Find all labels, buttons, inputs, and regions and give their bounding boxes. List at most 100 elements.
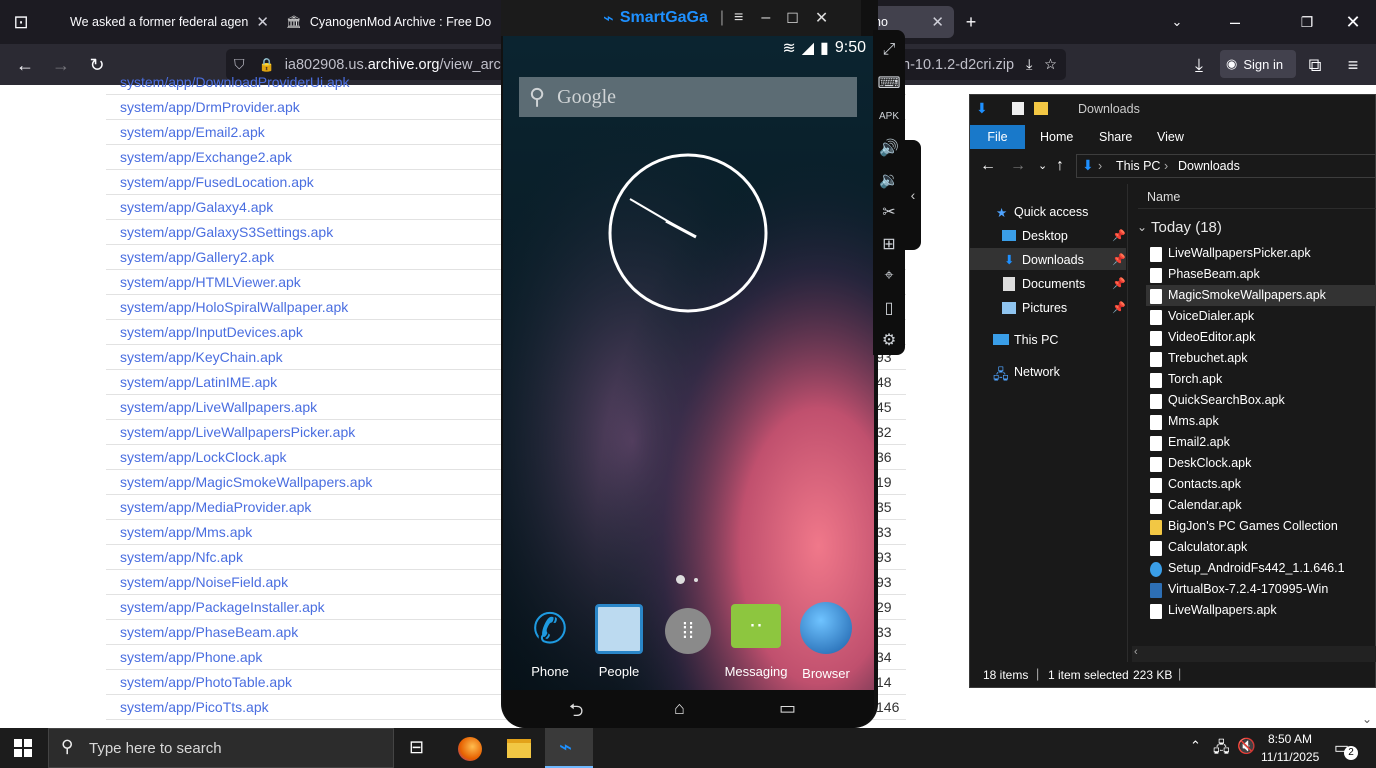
file-link[interactable]: system/app/PackageInstaller.apk [120, 599, 325, 615]
clock-date[interactable]: 11/11/2025 [1261, 750, 1319, 764]
google-search-widget[interactable]: ⚲ Google [519, 77, 857, 117]
emulator-maximize-icon[interactable]: ☐ [786, 10, 799, 27]
scroll-down-icon[interactable]: ⌄ [1362, 712, 1372, 726]
close-window-icon[interactable]: ✕ [1340, 9, 1366, 35]
explorer-file-item[interactable]: PhaseBeam.apk [1168, 267, 1260, 281]
bookmark-star-icon[interactable]: ☆ [1044, 57, 1057, 73]
file-link[interactable]: system/app/Email2.apk [120, 124, 265, 140]
settings-gear-icon[interactable]: ⚙ [877, 328, 901, 352]
explorer-file-item[interactable]: QuickSearchBox.apk [1168, 393, 1285, 407]
file-link[interactable]: system/app/Galaxy4.apk [120, 199, 273, 215]
explorer-file-item[interactable]: Torch.apk [1168, 372, 1222, 386]
explorer-file-item[interactable]: LiveWallpapersPicker.apk [1168, 246, 1311, 260]
tab-2[interactable]: 🏛 CyanogenMod Archive : Free Do ✕ [276, 6, 496, 38]
ribbon-share-tab[interactable]: Share [1099, 130, 1132, 144]
android-home-icon[interactable]: ⌂ [674, 698, 685, 719]
pin-icon[interactable]: 📌 [1112, 277, 1126, 290]
explorer-file-item[interactable]: Contacts.apk [1168, 477, 1241, 491]
breadcrumb-downloads[interactable]: Downloads [1178, 159, 1240, 173]
tab-overview-icon[interactable]: ⊡ [8, 9, 34, 35]
explorer-file-item[interactable]: BigJon's PC Games Collection [1168, 519, 1338, 533]
breadcrumb-this-pc[interactable]: This PC [1116, 159, 1160, 173]
file-link[interactable]: system/app/GalaxyS3Settings.apk [120, 224, 333, 240]
quick-access-down-icon[interactable]: ⬇ [976, 100, 988, 117]
android-screen[interactable]: ≋ ◢ ▮ 9:50 ⚲ Google ✆ Phone People ⁞⁞ ⋅⋅… [503, 36, 874, 690]
file-link[interactable]: system/app/LatinIME.apk [120, 374, 277, 390]
clock-time[interactable]: 8:50 AM [1268, 732, 1312, 746]
android-back-icon[interactable]: ⮌ [569, 698, 583, 728]
explorer-file-item[interactable]: DeskClock.apk [1168, 456, 1251, 470]
file-link[interactable]: system/app/PicoTts.apk [120, 699, 269, 715]
tab-1[interactable]: We asked a former federal agen ✕ [52, 6, 274, 38]
new-folder-icon[interactable] [1034, 102, 1048, 115]
screenshot-scissors-icon[interactable]: ✂ [877, 200, 901, 224]
location-icon[interactable]: ⌖ [877, 264, 901, 288]
messaging-app[interactable]: ⋅⋅ Messaging [723, 602, 789, 679]
firefox-taskbar-icon[interactable] [458, 737, 482, 761]
file-link[interactable]: system/app/DownloadProviderUi.apk [120, 74, 350, 90]
pin-icon[interactable]: 📌 [1112, 301, 1126, 314]
minimize-icon[interactable]: – [1222, 9, 1248, 35]
explorer-file-item[interactable]: VirtualBox-7.2.4-170995-Win [1168, 582, 1328, 596]
network-tray-icon[interactable]: 🖧 [1213, 737, 1230, 762]
file-link[interactable]: system/app/Exchange2.apk [120, 149, 292, 165]
close-tab-icon[interactable]: ✕ [931, 13, 944, 31]
save-to-pocket-icon[interactable]: ⤓ [1026, 57, 1032, 73]
list-tabs-icon[interactable]: ⌄ [1164, 9, 1190, 35]
nav-quick-access[interactable]: Quick access [1014, 205, 1088, 219]
file-link[interactable]: system/app/PhaseBeam.apk [120, 624, 298, 640]
pin-icon[interactable]: 📌 [1112, 229, 1126, 242]
nav-downloads[interactable]: Downloads [1022, 253, 1084, 267]
file-explorer-taskbar-icon[interactable] [507, 739, 531, 758]
ribbon-view-tab[interactable]: View [1157, 130, 1184, 144]
explorer-file-item[interactable]: Trebuchet.apk [1168, 351, 1247, 365]
file-link[interactable]: system/app/Gallery2.apk [120, 249, 274, 265]
file-link[interactable]: system/app/MediaProvider.apk [120, 499, 311, 515]
explorer-file-item[interactable]: Calculator.apk [1168, 540, 1247, 554]
horizontal-scrollbar[interactable]: ‹ [1132, 646, 1376, 662]
file-link[interactable]: system/app/KeyChain.apk [120, 349, 283, 365]
column-header-name[interactable]: Name [1147, 190, 1180, 204]
file-link[interactable]: system/app/LiveWallpapers.apk [120, 399, 317, 415]
file-link[interactable]: system/app/FusedLocation.apk [120, 174, 314, 190]
ribbon-home-tab[interactable]: Home [1040, 130, 1073, 144]
explorer-forward-icon[interactable]: → [1010, 157, 1026, 175]
explorer-file-item[interactable]: Setup_AndroidFs442_1.1.646.1 [1168, 561, 1345, 575]
file-link[interactable]: system/app/HoloSpiralWallpaper.apk [120, 299, 348, 315]
group-collapse-icon[interactable]: ⌄ [1137, 220, 1147, 234]
nav-desktop[interactable]: Desktop [1022, 229, 1068, 243]
explorer-file-item[interactable]: Mms.apk [1168, 414, 1219, 428]
explorer-file-item[interactable]: LiveWallpapers.apk [1168, 603, 1277, 617]
explorer-file-item[interactable]: Calendar.apk [1168, 498, 1242, 512]
emulator-minimize-icon[interactable]: – [761, 9, 770, 27]
analog-clock-widget[interactable] [606, 151, 770, 315]
up-folder-icon[interactable]: ↑ [1056, 157, 1064, 175]
new-tab-icon[interactable]: + [958, 9, 984, 35]
restore-icon[interactable]: ❐ [1294, 9, 1320, 35]
app-drawer-button[interactable]: ⁞⁞ [665, 608, 711, 654]
file-link[interactable]: system/app/Nfc.apk [120, 549, 243, 565]
file-link[interactable]: system/app/PhotoTable.apk [120, 674, 292, 690]
fullscreen-icon[interactable]: ⤢ [877, 38, 901, 62]
menu-icon[interactable]: ≡ [1340, 52, 1366, 78]
explorer-back-icon[interactable]: ← [980, 157, 996, 175]
file-link[interactable]: system/app/InputDevices.apk [120, 324, 303, 340]
recent-locations-icon[interactable]: ⌄ [1038, 159, 1047, 172]
nav-pictures[interactable]: Pictures [1022, 301, 1067, 315]
smartgaga-taskbar-button[interactable]: ⌁ [545, 728, 593, 768]
file-link[interactable]: system/app/NoiseField.apk [120, 574, 288, 590]
browser-app[interactable]: Browser [793, 602, 859, 681]
forward-icon[interactable]: → [48, 52, 74, 78]
volume-down-icon[interactable]: 🔉 [877, 168, 901, 192]
toolbar-collapse-icon[interactable]: ‹ [905, 140, 921, 250]
phone-app[interactable]: ✆ Phone [517, 602, 583, 679]
emulator-close-icon[interactable]: ✕ [815, 8, 828, 28]
downloads-icon[interactable]: ⤓ [1186, 52, 1212, 78]
scroll-left-icon[interactable]: ‹ [1134, 646, 1138, 658]
explorer-file-item[interactable]: VoiceDialer.apk [1168, 309, 1254, 323]
windows-start-icon[interactable] [14, 739, 32, 757]
explorer-file-item[interactable]: VideoEditor.apk [1168, 330, 1255, 344]
keyboard-icon[interactable]: ⌨ [877, 71, 901, 95]
pin-icon[interactable]: 📌 [1112, 253, 1126, 266]
file-link[interactable]: system/app/HTMLViewer.apk [120, 274, 301, 290]
